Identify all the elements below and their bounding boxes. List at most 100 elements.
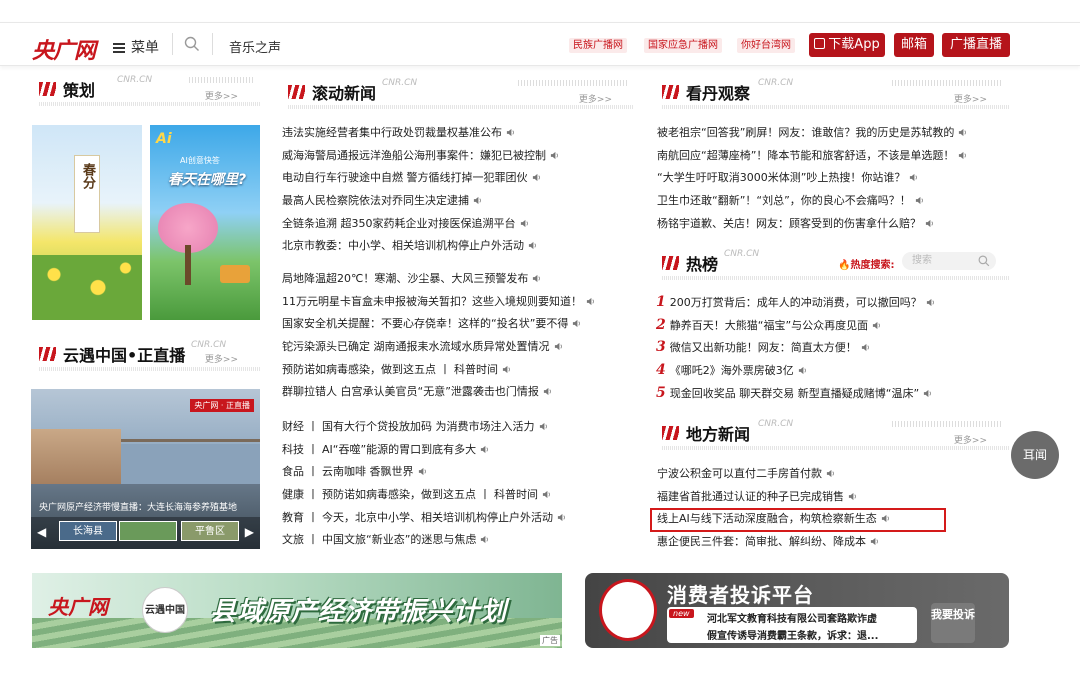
more-link[interactable]: 更多>>: [205, 89, 238, 102]
list-item[interactable]: 违法实施经营者集中行政处罚裁量权基准公布: [282, 122, 559, 145]
prev-arrow-icon[interactable]: ◀: [37, 525, 46, 539]
menu-button[interactable]: 菜单: [113, 37, 159, 57]
section-name[interactable]: 云遇中国•正直播: [63, 342, 185, 366]
list-item[interactable]: 文旅 丨 中国文旅“新业态”的迷思与焦虑: [282, 529, 566, 552]
list-item[interactable]: “大学生吁吁取消3000米体测”吵上热搜！你站谁？: [657, 167, 967, 190]
poster-spring-equinox[interactable]: 春分: [32, 125, 142, 320]
county-economy-banner[interactable]: 央广网 云遇中国 县域原产经济带振兴计划 广告: [32, 573, 562, 648]
hot-list-item[interactable]: 4 《哪吒2》海外票房破3亿: [656, 359, 935, 382]
list-item[interactable]: 最高人民检察院依法对乔同生决定逮捕: [282, 190, 559, 213]
news-title[interactable]: 中国文旅“新业态”的迷思与焦虑: [322, 533, 476, 546]
news-title[interactable]: 惠企便民三件套：简审批、解纠纷、降成本: [657, 535, 866, 548]
list-item[interactable]: 被老祖宗“回答我”刷屏！网友：谁敢信？我的历史是苏轼教的: [657, 122, 967, 145]
list-item[interactable]: 11万元明星卡盲盒未申报被海关暂扣？这些入境规则要知道！: [282, 291, 595, 314]
live-radio-button[interactable]: 广播直播: [942, 33, 1010, 57]
list-item[interactable]: 预防诺如病毒感染，做到这五点 丨 科普时间: [282, 359, 595, 382]
news-title[interactable]: 群聊拉错人 白宫承认美官员“无意”泄露袭击也门情报: [282, 385, 539, 398]
speaker-icon[interactable]: [542, 490, 551, 499]
section-name[interactable]: 地方新闻: [686, 421, 750, 445]
thumb-second[interactable]: [119, 521, 177, 541]
speaker-icon[interactable]: [532, 274, 541, 283]
list-item[interactable]: 健康 丨 预防诺如病毒感染，做到这五点 丨 科普时间: [282, 484, 566, 507]
speaker-icon[interactable]: [506, 128, 515, 137]
emergency-radio-link[interactable]: 国家应急广播网: [644, 38, 722, 53]
search-icon[interactable]: [184, 36, 200, 52]
speaker-icon[interactable]: [554, 342, 563, 351]
news-title[interactable]: 违法实施经营者集中行政处罚裁量权基准公布: [282, 126, 502, 139]
list-item[interactable]: 杨铭宇道歉、关店！网友：顾客受到的伤害拿什么赔？: [657, 213, 967, 236]
news-title[interactable]: 铊污染源头已确定 湖南通报耒水流域水质异常处置情况: [282, 340, 550, 353]
thumb-pinglu[interactable]: 平鲁区: [181, 521, 239, 541]
news-title[interactable]: AI“吞噬”能源的胃口到底有多大: [322, 443, 476, 456]
category-label[interactable]: 科技: [282, 439, 304, 462]
list-item[interactable]: 食品 丨 云南咖啡 香飘世界: [282, 461, 566, 484]
speaker-icon[interactable]: [550, 151, 559, 160]
speaker-icon[interactable]: [586, 297, 595, 306]
speaker-icon[interactable]: [473, 196, 482, 205]
hot-list-item[interactable]: 1 200万打赏背后：成年人的冲动消费，可以撤回吗？: [656, 291, 935, 314]
more-link[interactable]: 更多>>: [579, 92, 612, 105]
speaker-icon[interactable]: [861, 343, 870, 352]
speaker-icon[interactable]: [528, 241, 537, 250]
section-name[interactable]: 热榜: [686, 251, 718, 275]
news-title[interactable]: 南航回应“超薄座椅”！降本节能和旅客舒适，不该是单选题！: [657, 149, 954, 162]
section-name[interactable]: 策划: [63, 77, 95, 101]
mail-button[interactable]: 邮箱: [894, 33, 934, 57]
news-title[interactable]: 电动自行车行驶途中自燃 警方循线打掉一犯罪团伙: [282, 171, 528, 184]
list-item[interactable]: 宁波公积金可以直付二手房首付款: [657, 463, 890, 486]
more-link[interactable]: 更多>>: [205, 352, 238, 365]
speaker-icon[interactable]: [557, 513, 566, 522]
speaker-icon[interactable]: [826, 469, 835, 478]
next-arrow-icon[interactable]: ▶: [245, 525, 254, 539]
news-title[interactable]: 杨铭宇道歉、关店！网友：顾客受到的伤害拿什么赔？: [657, 217, 921, 230]
hot-list-item[interactable]: 5 现金回收奖品 聊天群交易 新型直播疑成赌博“温床”: [656, 382, 935, 405]
category-label[interactable]: 食品: [282, 461, 304, 484]
list-item[interactable]: 局地降温超20℃！寒潮、沙尘暴、大风三预警发布: [282, 268, 595, 291]
news-title[interactable]: 微信又出新功能！网友：简直太方便！: [670, 341, 857, 354]
category-label[interactable]: 财经: [282, 416, 304, 439]
speaker-icon[interactable]: [532, 173, 541, 182]
news-title[interactable]: 福建省首批通过认证的种子已完成销售: [657, 490, 844, 503]
speaker-icon[interactable]: [870, 537, 879, 546]
consumer-complaint-banner[interactable]: 消费者投诉平台 new 河北军文教育科技有限公司套路欺诈虚 假宣传诱导消费霸王条…: [585, 573, 1009, 648]
list-item[interactable]: 财经 丨 国有大行个贷投放加码 为消费市场注入活力: [282, 416, 566, 439]
news-title[interactable]: 现金回收奖品 聊天群交易 新型直播疑成赌博“温床”: [670, 387, 919, 400]
music-voice-link[interactable]: 音乐之声: [229, 37, 281, 56]
more-link[interactable]: 更多>>: [954, 92, 987, 105]
live-stream-player[interactable]: 央广网 · 正直播 央广网原产经济带慢直播：大连长海海参养殖基地 ◀ 长海县 平…: [31, 389, 260, 549]
news-title[interactable]: 预防诺如病毒感染，做到这五点 丨 科普时间: [282, 363, 498, 376]
list-item[interactable]: 南航回应“超薄座椅”！降本节能和旅客舒适，不该是单选题！: [657, 145, 967, 168]
list-item[interactable]: 铊污染源头已确定 湖南通报耒水流域水质异常处置情况: [282, 336, 595, 359]
news-title[interactable]: 最高人民检察院依法对乔同生决定逮捕: [282, 194, 469, 207]
list-item[interactable]: 北京市教委：中小学、相关培训机构停止户外活动: [282, 235, 559, 258]
speaker-icon[interactable]: [958, 128, 967, 137]
search-icon[interactable]: [978, 255, 990, 267]
category-label[interactable]: 教育: [282, 507, 304, 530]
hot-list-item[interactable]: 2 静养百天！大熊猫“福宝”与公众再度见面: [656, 314, 935, 337]
news-title[interactable]: “大学生吁吁取消3000米体测”吵上热搜！你站谁？: [657, 171, 905, 184]
list-item[interactable]: 电动自行车行驶途中自燃 警方循线打掉一犯罪团伙: [282, 167, 559, 190]
news-title[interactable]: 今天，北京中小学、相关培训机构停止户外活动: [322, 511, 553, 524]
poster-where-is-spring[interactable]: Ai AI创意快答 春天在哪里?: [150, 125, 260, 320]
list-item[interactable]: 威海海警局通报远洋渔船公海刑事案件：嫌犯已被控制: [282, 145, 559, 168]
news-title[interactable]: 200万打赏背后：成年人的冲动消费，可以撤回吗？: [670, 296, 922, 309]
news-title[interactable]: 国家安全机关提醒：不要心存侥幸！这样的“投名状”要不得: [282, 317, 568, 330]
news-title[interactable]: 北京市教委：中小学、相关培训机构停止户外活动: [282, 239, 524, 252]
list-item[interactable]: 科技 丨 AI“吞噬”能源的胃口到底有多大: [282, 439, 566, 462]
site-logo[interactable]: 央广网: [32, 33, 96, 65]
speaker-icon[interactable]: [909, 173, 918, 182]
ear-listen-button[interactable]: 耳闻: [1011, 431, 1059, 479]
news-title[interactable]: 静养百天！大熊猫“福宝”与公众再度见面: [670, 319, 868, 332]
category-label[interactable]: 健康: [282, 484, 304, 507]
news-title[interactable]: 局地降温超20℃！寒潮、沙尘暴、大风三预警发布: [282, 272, 528, 285]
speaker-icon[interactable]: [925, 219, 934, 228]
list-item[interactable]: 群聊拉错人 白宫承认美官员“无意”泄露袭击也门情报: [282, 381, 595, 404]
news-title[interactable]: 全链条追溯 超350家药耗企业对接医保追溯平台: [282, 217, 516, 230]
list-item[interactable]: 卫生巾还敢“翻新”！“刘总”，你的良心不会痛吗？！: [657, 190, 967, 213]
speaker-icon[interactable]: [798, 366, 807, 375]
news-title[interactable]: 被老祖宗“回答我”刷屏！网友：谁敢信？我的历史是苏轼教的: [657, 126, 954, 139]
speaker-icon[interactable]: [480, 445, 489, 454]
list-item[interactable]: 教育 丨 今天，北京中小学、相关培训机构停止户外活动: [282, 507, 566, 530]
section-name[interactable]: 滚动新闻: [312, 80, 376, 104]
speaker-icon[interactable]: [848, 492, 857, 501]
